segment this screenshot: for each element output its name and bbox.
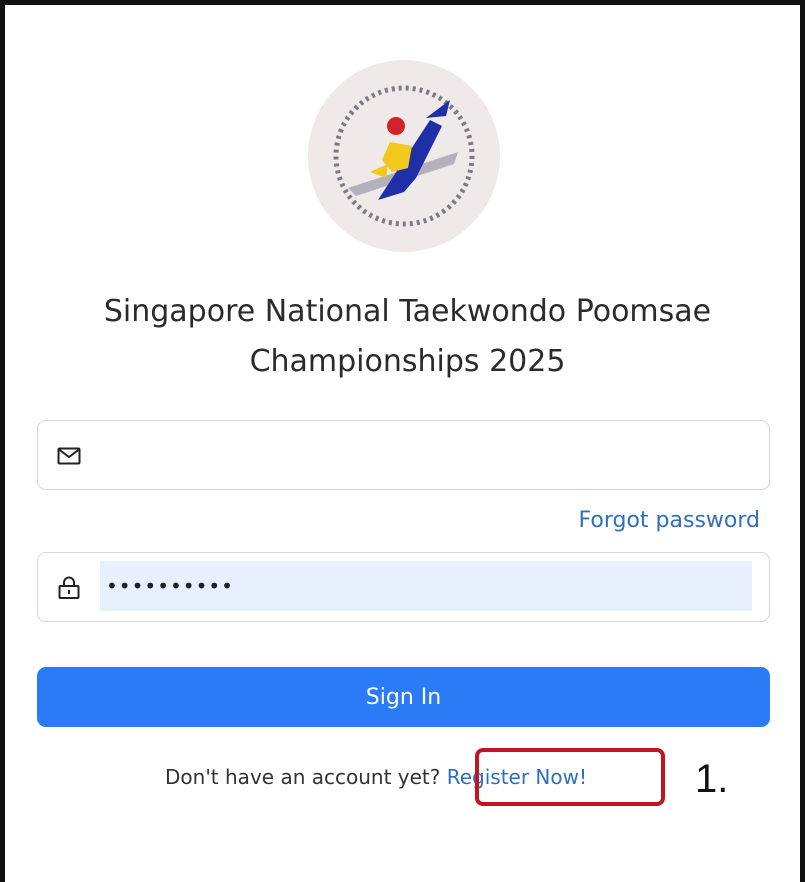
page-title-line-2: Championships 2025 <box>249 344 566 379</box>
annotation-step-number: 1. <box>695 757 729 801</box>
email-field <box>37 420 770 490</box>
annotation-highlight-box <box>475 748 665 806</box>
association-logo <box>308 60 500 252</box>
password-field <box>37 552 770 622</box>
logo-emblem-icon <box>333 85 475 227</box>
envelope-icon <box>56 443 82 469</box>
lock-icon <box>56 575 82 601</box>
page-title-line-1: Singapore National Taekwondo Poomsae <box>103 294 712 329</box>
page-title: Singapore National Taekwondo Poomsae Cha… <box>25 287 790 387</box>
register-prompt-text: Don't have an account yet? <box>165 765 441 789</box>
login-window: Singapore National Taekwondo Poomsae Cha… <box>0 0 805 882</box>
password-input[interactable] <box>100 561 752 611</box>
email-input[interactable] <box>100 429 752 479</box>
sign-in-button[interactable]: Sign In <box>37 667 770 727</box>
forgot-password-link[interactable]: Forgot password <box>579 508 760 533</box>
